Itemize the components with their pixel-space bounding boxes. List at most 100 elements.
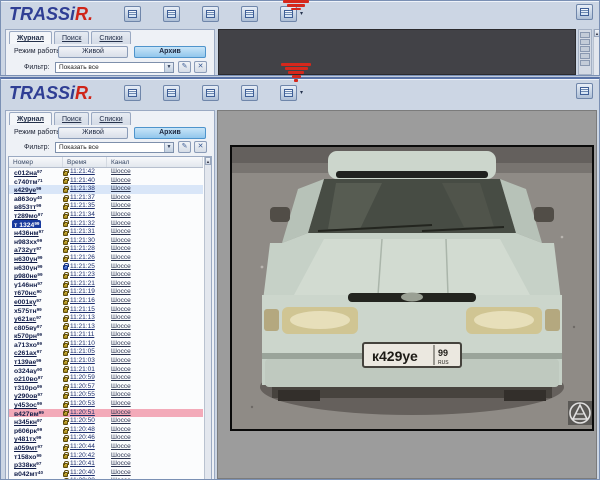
scrollbar[interactable]: ▲ — [593, 29, 600, 75]
table-row[interactable]: н436нм97 11:21:31 Шоссе — [9, 228, 203, 237]
tab-search[interactable]: Поиск — [54, 31, 89, 44]
archive-mode-button[interactable]: Архив — [134, 127, 206, 139]
plate-number: а732ут — [14, 247, 36, 254]
edit-icon[interactable] — [163, 85, 180, 101]
event-icon — [63, 197, 68, 202]
edit-icon[interactable] — [163, 6, 180, 22]
tab-journal[interactable]: Журнал — [9, 112, 52, 125]
live-mode-button[interactable]: Живой — [58, 46, 128, 58]
tab-search[interactable]: Поиск — [54, 112, 89, 125]
mode-label: Режим работы: — [14, 46, 63, 58]
combo-arrow-icon[interactable]: ▼ — [164, 63, 173, 72]
table-row[interactable]: а863оу40 11:21:37 Шоссе — [9, 194, 203, 203]
table-row[interactable]: н630ун99 11:21:25 Шоссе — [9, 263, 203, 272]
table-row[interactable]: а713хо99 11:21:10 Шоссе — [9, 340, 203, 349]
panel-toggle-icon[interactable] — [576, 4, 593, 20]
table-row[interactable]: т 132499 11:21:32 Шоссе — [9, 220, 203, 229]
tab-journal[interactable]: Журнал — [9, 31, 52, 44]
video-frame[interactable]: к429уе 99 RUS — [230, 145, 594, 431]
event-time: 11:21:42 — [70, 168, 95, 177]
table-row[interactable]: с012на97 11:21:42 Шоссе — [9, 168, 203, 177]
display-icon[interactable] — [124, 6, 141, 22]
snapshot-icon[interactable] — [241, 85, 258, 101]
table-row[interactable]: о210во97 11:20:59 Шоссе — [9, 374, 203, 383]
filter-clear-button[interactable]: ✕ — [194, 61, 207, 73]
filter-edit-button[interactable]: ✎ — [178, 141, 191, 153]
scroll-up-icon[interactable]: ▲ — [205, 157, 211, 165]
table-row[interactable]: в042мт40 11:20:40 Шоссе — [9, 469, 203, 478]
tab-lists[interactable]: Списки — [91, 112, 130, 125]
table-row[interactable]: н630ун99 11:21:26 Шоссе — [9, 254, 203, 263]
filter-edit-button[interactable]: ✎ — [178, 61, 191, 73]
table-row[interactable]: в427вм99 11:20:51 Шоссе — [9, 409, 203, 418]
table-row[interactable]: т158хо99 11:20:42 Шоссе — [9, 452, 203, 461]
event-icon — [63, 325, 68, 330]
table-row[interactable]: а732ут97 11:21:28 Шоссе — [9, 245, 203, 254]
filter-dropdown[interactable]: Показать все▼ — [55, 62, 174, 73]
table-row[interactable]: х575тн99 11:21:15 Шоссе — [9, 306, 203, 315]
table-scrollbar[interactable]: ▲ — [204, 157, 211, 480]
tab-lists[interactable]: Списки — [91, 31, 130, 44]
table-row[interactable]: т139ае99 11:21:03 Шоссе — [9, 357, 203, 366]
layout-icon[interactable] — [280, 85, 297, 101]
table-row[interactable]: у453ос99 11:20:53 Шоссе — [9, 400, 203, 409]
scroll-up-icon[interactable]: ▲ — [594, 29, 600, 37]
table-row[interactable]: р980не99 11:21:23 Шоссе — [9, 271, 203, 280]
event-icon — [63, 317, 68, 322]
table-row[interactable]: у146нн97 11:21:21 Шоссе — [9, 280, 203, 289]
live-mode-button[interactable]: Живой — [58, 127, 128, 139]
car-license-plate: к429уе 99 RUS — [363, 343, 461, 367]
event-time: 11:21:32 — [70, 220, 95, 229]
frame-strip[interactable] — [578, 29, 592, 75]
table-row[interactable]: н983хх99 11:21:30 Шоссе — [9, 237, 203, 246]
column-header-number[interactable]: Номер — [9, 157, 63, 167]
plate-number: т139ае — [14, 359, 36, 366]
video-panel: к429уе 99 RUS — [217, 110, 597, 479]
event-time: 11:21:26 — [70, 254, 95, 263]
table-row[interactable]: а059мт97 11:20:44 Шоссе — [9, 443, 203, 452]
plate-region: 97 — [37, 392, 42, 397]
panel-toggle-icon[interactable] — [576, 83, 593, 99]
table-row[interactable]: т670нс90 11:21:19 Шоссе — [9, 288, 203, 297]
event-time: 11:21:31 — [70, 228, 95, 237]
table-row[interactable]: в853тт99 11:21:35 Шоссе — [9, 202, 203, 211]
event-time: 11:21:34 — [70, 211, 95, 220]
filter-clear-button[interactable]: ✕ — [194, 141, 207, 153]
event-channel: Шоссе — [107, 263, 203, 272]
column-header-time[interactable]: Время — [63, 157, 107, 167]
event-channel: Шоссе — [107, 400, 203, 409]
event-icon — [63, 463, 68, 468]
filter-dropdown[interactable]: Показать все▼ — [55, 142, 174, 153]
table-row[interactable]: р606рк99 11:20:48 Шоссе — [9, 426, 203, 435]
display-icon[interactable] — [124, 85, 141, 101]
table-row[interactable]: у621кс97 11:21:13 Шоссе — [9, 314, 203, 323]
event-channel: Шоссе — [107, 391, 203, 400]
journal-icon[interactable] — [202, 6, 219, 22]
table-row[interactable]: с805ву97 11:21:13 Шоссе — [9, 323, 203, 332]
table-row[interactable]: у290ов97 11:20:55 Шоссе — [9, 391, 203, 400]
table-row[interactable]: т289мо97 11:21:34 Шоссе — [9, 211, 203, 220]
table-row[interactable]: к570рн99 11:21:11 Шоссе — [9, 331, 203, 340]
table-row[interactable]: у481тх99 11:20:46 Шоссе — [9, 434, 203, 443]
table-row[interactable]: т310ро99 11:20:57 Шоссе — [9, 383, 203, 392]
table-row[interactable]: с261ах97 11:21:05 Шоссе — [9, 348, 203, 357]
archive-mode-button[interactable]: Архив — [134, 46, 206, 58]
column-header-channel[interactable]: Канал — [107, 157, 203, 167]
trassir-bird-icon-middle — [281, 63, 311, 83]
table-row[interactable]: н345кн97 11:20:50 Шоссе — [9, 417, 203, 426]
table-row[interactable]: о324ау90 11:21:01 Шоссе — [9, 366, 203, 375]
table-row[interactable]: р338кк97 11:20:41 Шоссе — [9, 460, 203, 469]
dropdown-arrow-icon[interactable]: ▾ — [300, 90, 303, 96]
plate-region: 97 — [39, 229, 44, 234]
table-row[interactable]: е001ку97 11:21:16 Шоссе — [9, 297, 203, 306]
snapshot-icon[interactable] — [241, 6, 258, 22]
event-time: 11:21:21 — [70, 280, 95, 289]
plate-number: р338кк — [14, 462, 36, 469]
journal-icon[interactable] — [202, 85, 219, 101]
event-time: 11:21:01 — [70, 366, 95, 375]
table-row[interactable]: к429уе99 11:21:38 Шоссе — [9, 185, 203, 194]
combo-arrow-icon[interactable]: ▼ — [164, 143, 173, 152]
dropdown-arrow-icon[interactable]: ▾ — [300, 11, 303, 17]
table-row[interactable]: с740тм71 11:21:40 Шоссе — [9, 177, 203, 186]
event-time: 11:20:48 — [70, 426, 95, 435]
